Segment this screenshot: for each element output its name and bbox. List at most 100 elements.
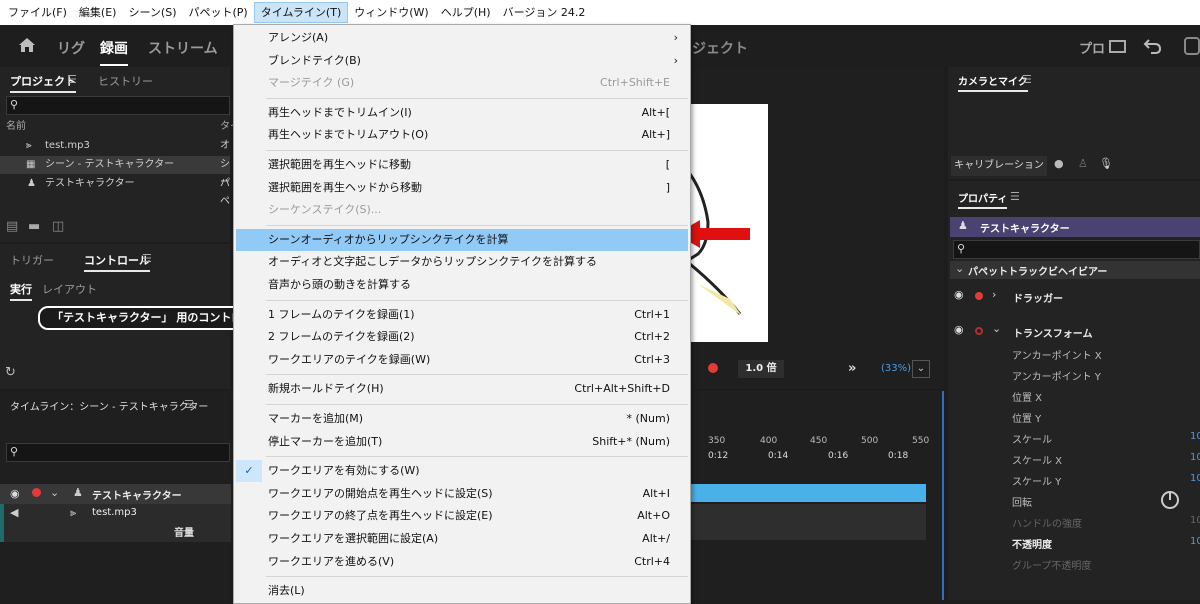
- rotation-dial-icon[interactable]: [1160, 490, 1180, 510]
- hamburger-icon[interactable]: ☰: [142, 252, 152, 265]
- zoom-dropdown-icon[interactable]: ⌄: [912, 360, 930, 378]
- workspace-stream[interactable]: ストリーム: [148, 38, 218, 58]
- list-item[interactable]: ♟ テストキャラクター パペ: [0, 175, 230, 207]
- eye-icon[interactable]: ◉: [10, 487, 20, 500]
- hamburger-icon[interactable]: ☰: [67, 73, 77, 86]
- timeline-search-input[interactable]: [6, 443, 230, 462]
- hamburger-icon[interactable]: ☰: [1022, 73, 1032, 86]
- menu-timeline[interactable]: タイムライン(T): [253, 2, 349, 23]
- menu-window[interactable]: ウィンドウ(W): [348, 3, 434, 23]
- menu-item[interactable]: ワークエリアを進める(V) Ctrl+4: [236, 551, 688, 573]
- scene-new-icon[interactable]: ▤: [6, 219, 18, 234]
- folder-icon[interactable]: ▬: [28, 219, 40, 234]
- tab-execute[interactable]: 実行: [10, 281, 32, 301]
- fast-forward-icon[interactable]: »: [848, 361, 856, 376]
- playback-speed[interactable]: 1.0 倍: [738, 360, 784, 378]
- menu-item-label: 再生ヘッドまでトリムアウト(O): [268, 128, 429, 142]
- project-search-input[interactable]: [6, 96, 230, 115]
- hamburger-icon[interactable]: ☰: [184, 398, 194, 411]
- workspace-record[interactable]: 録画: [100, 38, 128, 66]
- menu-item[interactable]: 新規ホールドテイク(H) Ctrl+Alt+Shift+D: [236, 378, 688, 400]
- menu-scene[interactable]: シーン(S): [122, 3, 182, 23]
- property-value[interactable]: 10: [1190, 431, 1200, 442]
- refresh-icon[interactable]: ↻: [5, 365, 16, 380]
- eye-icon[interactable]: ◉: [954, 323, 964, 336]
- workspace-rig[interactable]: リグ: [57, 38, 85, 58]
- section-header[interactable]: ⌄ パペットトラックビヘイビアー: [950, 261, 1200, 279]
- menu-item[interactable]: ワークエリアを有効にする(W) ✓: [236, 460, 688, 483]
- track-row-audio[interactable]: ◀ ⫸ test.mp3 音量: [0, 504, 231, 542]
- undo-icon[interactable]: [1143, 37, 1163, 55]
- menu-version[interactable]: バージョン 24.2: [497, 3, 592, 23]
- menu-file[interactable]: ファイル(F): [2, 3, 73, 23]
- menu-item-label: シーケンステイク(S)...: [268, 203, 382, 217]
- puppet-track-bar[interactable]: [690, 484, 926, 502]
- list-item[interactable]: ▦ シーン - テストキャラクター シー: [0, 156, 230, 188]
- timeline-ruler[interactable]: 350 400 450 500 550 0:12 0:14 0:16 0:18: [690, 430, 930, 470]
- calibrate-button[interactable]: キャリブレーション: [951, 156, 1047, 176]
- menu-item[interactable]: 選択範囲を再生ヘッドから移動]: [236, 177, 688, 199]
- menu-item[interactable]: ワークエリアの開始点を再生ヘッドに設定(S) Alt+I: [236, 483, 688, 505]
- chevron-down-icon[interactable]: ⌄: [50, 486, 59, 499]
- menu-puppet[interactable]: パペット(P): [182, 3, 253, 23]
- column-name-header[interactable]: 名前: [6, 118, 26, 136]
- property-value[interactable]: 10: [1190, 515, 1200, 526]
- record-button[interactable]: [708, 363, 718, 373]
- new-item-icon[interactable]: ◫: [52, 219, 64, 234]
- list-item[interactable]: ⫸ test.mp3 オー: [0, 137, 230, 169]
- home-icon[interactable]: [18, 37, 36, 53]
- property-value[interactable]: 10: [1190, 452, 1200, 463]
- menu-item[interactable]: マーカーを追加(M) * (Num): [236, 408, 688, 430]
- pro-label[interactable]: プロ: [1079, 38, 1105, 57]
- record-arm-icon[interactable]: [32, 488, 41, 497]
- behavior-transform[interactable]: ◉ ⌄ トランスフォーム: [950, 322, 1200, 340]
- menu-item[interactable]: シーンオーディオからリップシンクテイクを計算: [236, 228, 688, 251]
- share-icon[interactable]: [1184, 37, 1200, 55]
- search-icon: ⚲: [10, 98, 19, 111]
- menu-item[interactable]: ブレンドテイク(B) ›: [236, 50, 688, 72]
- track-row-puppet[interactable]: ◉ ⌄ ♟ テストキャラクター: [0, 484, 231, 504]
- record-arm-icon[interactable]: [975, 327, 983, 335]
- chevron-down-icon[interactable]: ⌄: [992, 322, 1001, 335]
- property-label: 位置 X: [1012, 393, 1043, 404]
- properties-search-input[interactable]: [953, 240, 1200, 259]
- menu-item[interactable]: 音声から頭の動きを計算する: [236, 274, 688, 296]
- behavior-dragger[interactable]: ◉ › ドラッガー: [950, 287, 1200, 305]
- menu-item-label: 選択範囲を再生ヘッドに移動: [268, 158, 411, 171]
- property-value[interactable]: 10: [1190, 473, 1200, 484]
- menu-item[interactable]: 1 フレームのテイクを録画(1) Ctrl+1: [236, 304, 688, 326]
- property-value[interactable]: 10: [1190, 536, 1200, 547]
- menu-item[interactable]: 停止マーカーを追加(T) Shift+* (Num): [236, 431, 688, 453]
- menu-item-label: オーディオと文字起こしデータからリップシンクテイクを計算する: [268, 255, 598, 269]
- menu-item[interactable]: アレンジ(A) ›: [236, 27, 688, 49]
- menu-item[interactable]: 再生ヘッドまでトリムイン(I) Alt+[: [236, 102, 688, 124]
- webcam-icon[interactable]: ●: [1054, 157, 1064, 170]
- tab-layout[interactable]: レイアウト: [42, 281, 97, 297]
- audio-track-bar[interactable]: [690, 504, 926, 540]
- menu-separator: [266, 97, 688, 99]
- menu-item[interactable]: ワークエリアを選択範囲に設定(A) Alt+/: [236, 528, 688, 550]
- menu-item[interactable]: ワークエリアの終了点を再生ヘッドに設定(E) Alt+O: [236, 505, 688, 527]
- microphone-icon[interactable]: 🎙: [1099, 157, 1113, 170]
- tab-triggers[interactable]: トリガー: [10, 252, 54, 268]
- menu-item[interactable]: 2 フレームのテイクを録画(2) Ctrl+2: [236, 326, 688, 348]
- menu-item[interactable]: 選択範囲を再生ヘッドに移動 [: [236, 154, 688, 176]
- menu-item[interactable]: オーディオと文字起こしデータからリップシンクテイクを計算する: [236, 251, 688, 273]
- menu-item[interactable]: 再生ヘッドまでトリムアウト(O) Alt+]: [236, 124, 688, 146]
- speaker-icon[interactable]: ◀: [10, 506, 18, 519]
- zoom-level[interactable]: (33%): [881, 363, 911, 374]
- hamburger-icon[interactable]: ☰: [1010, 190, 1020, 203]
- menu-bar: ファイル(F) 編集(E) シーン(S) パペット(P) タイムライン(T) ウ…: [0, 0, 1200, 25]
- record-arm-icon[interactable]: [975, 292, 983, 300]
- body-tracking-icon[interactable]: ♙: [1078, 157, 1088, 170]
- menu-separator: [266, 150, 688, 151]
- menu-edit[interactable]: 編集(E): [73, 3, 123, 23]
- menu-item[interactable]: 消去(L): [236, 580, 688, 602]
- chevron-right-icon[interactable]: ›: [992, 288, 996, 301]
- eye-icon[interactable]: ◉: [954, 288, 964, 301]
- panel-toggle-icon[interactable]: [1109, 40, 1126, 53]
- tab-controls[interactable]: コントロール: [84, 252, 150, 272]
- menu-item[interactable]: ワークエリアのテイクを録画(W) Ctrl+3: [236, 349, 688, 371]
- menu-help[interactable]: ヘルプ(H): [435, 3, 497, 23]
- tab-history[interactable]: ヒストリー: [98, 73, 153, 89]
